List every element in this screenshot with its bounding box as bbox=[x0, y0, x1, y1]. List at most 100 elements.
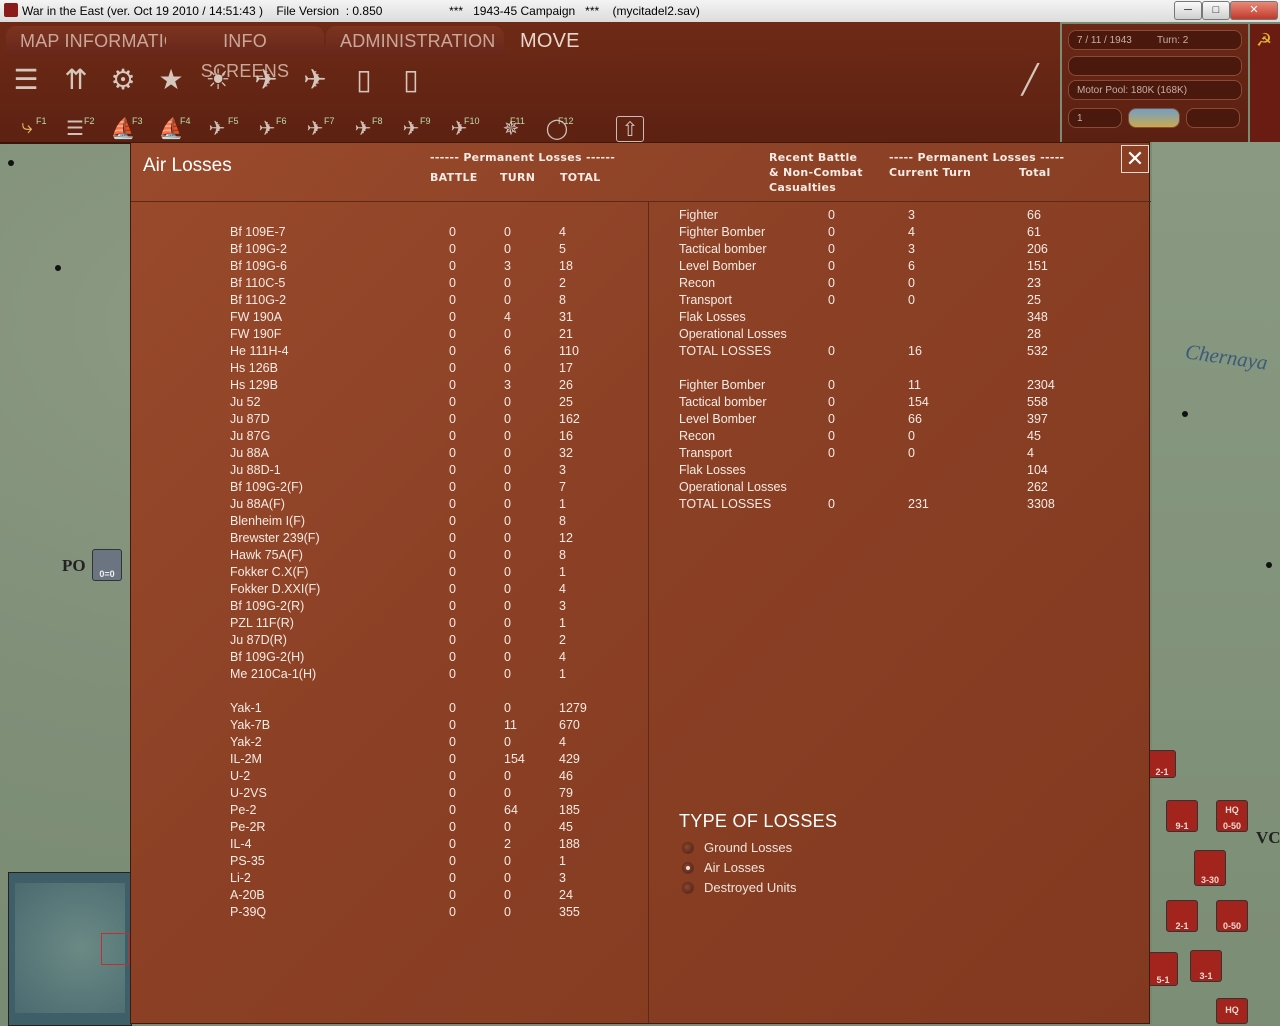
turn-losses: 0 bbox=[504, 616, 511, 630]
aircraft-name: IL-2M bbox=[230, 752, 262, 766]
unit-list-icon[interactable]: ☰ bbox=[8, 62, 44, 98]
radio-label-air-losses[interactable]: Air Losses bbox=[704, 860, 765, 875]
air-mission-icon[interactable]: ✈ bbox=[297, 62, 333, 98]
table-row: Transport 0 0 4 bbox=[131, 446, 1131, 463]
right-permanent-losses-header: ----- Permanent Losses ----- bbox=[889, 151, 1065, 164]
total-losses: 262 bbox=[1027, 480, 1048, 494]
current-turn-losses: 231 bbox=[908, 497, 929, 511]
unit-counter[interactable]: 0=0 bbox=[92, 549, 122, 581]
pencil-icon[interactable]: ╱ bbox=[1012, 62, 1048, 98]
aircraft-name: Bf 109G-2(R) bbox=[230, 599, 305, 613]
maximize-button[interactable]: □ bbox=[1202, 1, 1230, 20]
recent-losses: 0 bbox=[828, 344, 835, 358]
turn-losses: 0 bbox=[504, 888, 511, 902]
counter-field-value: 1 bbox=[1077, 113, 1083, 124]
depot-icon[interactable]: ▯ bbox=[393, 62, 429, 98]
counter-field[interactable]: 1 bbox=[1068, 108, 1122, 128]
minimap-viewport[interactable] bbox=[101, 933, 129, 965]
unit-counter[interactable]: HQ 0-50 bbox=[1216, 800, 1248, 832]
aircraft-name: U-2VS bbox=[230, 786, 267, 800]
recent-losses: 0 bbox=[828, 225, 835, 239]
recent-losses: 0 bbox=[828, 259, 835, 273]
turn-losses: 11 bbox=[504, 718, 517, 732]
table-row: Operational Losses 28 bbox=[131, 327, 1131, 344]
table-row: P-39Q 0 0 355 bbox=[131, 905, 1131, 922]
star-icon[interactable]: ★ bbox=[153, 62, 189, 98]
app-icon bbox=[4, 3, 18, 17]
type-of-losses-title: TYPE OF LOSSES bbox=[679, 811, 838, 831]
close-dialog-button[interactable]: ✕ bbox=[1121, 145, 1149, 173]
total-losses: 45 bbox=[559, 820, 573, 834]
turn-losses: 0 bbox=[504, 820, 511, 834]
unit-counter[interactable]: 3-30 bbox=[1194, 850, 1226, 886]
recent-losses: 0 bbox=[828, 276, 835, 290]
recent-losses: 0 bbox=[828, 429, 835, 443]
turn-losses: 0 bbox=[504, 905, 511, 919]
dialog-title: Air Losses bbox=[143, 155, 232, 176]
rail-icon[interactable]: ▯ bbox=[346, 62, 382, 98]
aircraft-name: Yak-2 bbox=[230, 735, 262, 749]
aircraft-type: Operational Losses bbox=[679, 327, 787, 341]
table-row: Transport 0 0 25 bbox=[131, 293, 1131, 310]
total-losses: 4 bbox=[559, 650, 566, 664]
map-area-right[interactable] bbox=[1152, 142, 1280, 1024]
tab-info-screens[interactable]: INFO SCREENS bbox=[166, 26, 324, 81]
mini-map[interactable] bbox=[8, 872, 132, 1026]
aircraft-type: Tactical bomber bbox=[679, 242, 767, 256]
table-row: Fighter Bomber 0 4 61 bbox=[131, 225, 1131, 242]
current-turn-losses: 66 bbox=[908, 412, 922, 426]
casualties-header: Casualties bbox=[769, 181, 837, 194]
turn-column-header: TURN bbox=[500, 171, 536, 184]
total-losses: 188 bbox=[559, 837, 580, 851]
table-row: Flak Losses 104 bbox=[131, 463, 1131, 480]
gear-icon[interactable]: ⚙ bbox=[105, 62, 141, 98]
map-place-label: VC bbox=[1256, 828, 1280, 847]
battle-losses: 0 bbox=[449, 905, 456, 919]
unit-counter[interactable]: 9-1 bbox=[1166, 800, 1198, 832]
table-row: Hawk 75A(F) 0 0 8 bbox=[131, 548, 1131, 565]
air-icon[interactable]: ✈ bbox=[248, 62, 284, 98]
total-losses: 8 bbox=[559, 548, 566, 562]
turn-losses: 0 bbox=[504, 650, 511, 664]
aircraft-name: A-20B bbox=[230, 888, 265, 902]
unit-counter[interactable]: 5-1 bbox=[1148, 952, 1178, 986]
close-window-button[interactable]: ✕ bbox=[1230, 1, 1278, 20]
table-row: Brewster 239(F) 0 0 12 bbox=[131, 531, 1131, 548]
radio-destroyed-units[interactable] bbox=[682, 882, 694, 894]
radio-air-losses[interactable] bbox=[682, 862, 694, 874]
total-losses: 4 bbox=[559, 735, 566, 749]
turn-losses: 154 bbox=[504, 752, 525, 766]
arrow-up-icon[interactable]: ⇧ bbox=[616, 116, 644, 142]
formations-icon[interactable]: ⇈ bbox=[58, 62, 94, 98]
unit-counter[interactable]: 0-50 bbox=[1216, 900, 1248, 932]
total-losses: 4 bbox=[1027, 446, 1034, 460]
fkey-label: F2 bbox=[84, 116, 95, 126]
unit-counter[interactable]: 2-1 bbox=[1166, 900, 1198, 932]
battle-column-header: BATTLE bbox=[430, 171, 478, 184]
turn-losses: 0 bbox=[504, 871, 511, 885]
aircraft-name: Me 210Ca-1(H) bbox=[230, 667, 317, 681]
radio-label-ground-losses[interactable]: Ground Losses bbox=[704, 840, 792, 855]
unit-counter[interactable]: HQ bbox=[1216, 998, 1248, 1024]
recent-battle-header: Recent Battle bbox=[769, 151, 858, 164]
turn-losses: 0 bbox=[504, 786, 511, 800]
total-losses: 25 bbox=[1027, 293, 1041, 307]
battle-losses: 0 bbox=[449, 565, 456, 579]
map-place-label: PO bbox=[62, 556, 86, 575]
radio-ground-losses[interactable] bbox=[682, 842, 694, 854]
city-dot bbox=[1266, 562, 1272, 568]
turn-losses: 0 bbox=[504, 514, 511, 528]
weather-icon[interactable]: ☀ bbox=[200, 62, 236, 98]
total-losses: 28 bbox=[1027, 327, 1041, 341]
unit-counter[interactable]: 2-1 bbox=[1148, 750, 1176, 778]
unit-counter[interactable]: 3-1 bbox=[1190, 950, 1222, 982]
turn-losses: 0 bbox=[504, 769, 511, 783]
table-row: IL-2M 0 154 429 bbox=[131, 752, 1131, 769]
minimize-button[interactable]: ─ bbox=[1174, 1, 1202, 20]
city-dot bbox=[55, 265, 61, 271]
table-row: U-2VS 0 0 79 bbox=[131, 786, 1131, 803]
aircraft-name: Fokker C.X(F) bbox=[230, 565, 309, 579]
tab-administration[interactable]: ADMINISTRATION bbox=[326, 26, 504, 56]
table-row: Level Bomber 0 66 397 bbox=[131, 412, 1131, 429]
radio-label-destroyed-units[interactable]: Destroyed Units bbox=[704, 880, 796, 895]
